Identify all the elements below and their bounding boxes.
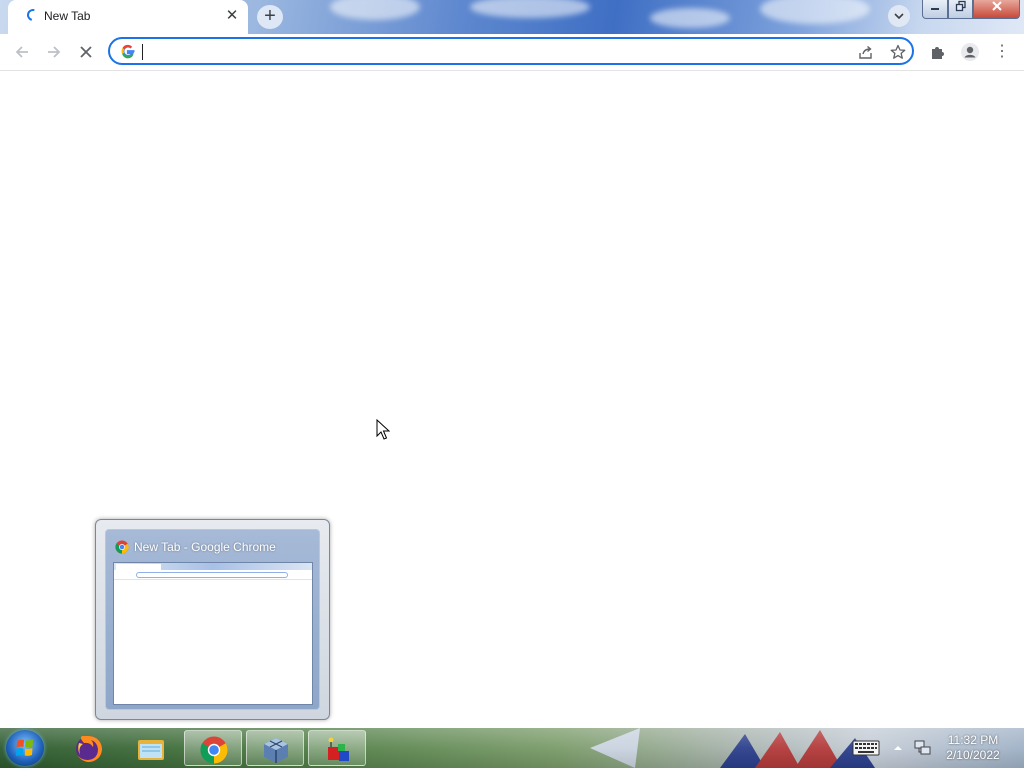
forward-button[interactable] <box>42 40 66 64</box>
text-caret <box>142 44 143 60</box>
share-icon <box>859 45 872 59</box>
star-icon <box>890 44 906 59</box>
browser-toolbar: ⋮ <box>0 34 1024 71</box>
start-button[interactable] <box>6 730 44 766</box>
address-bar[interactable] <box>108 37 914 65</box>
chrome-icon <box>115 540 129 554</box>
taskbar-app-chrome[interactable] <box>184 730 242 766</box>
virtualbox-icon <box>264 738 288 763</box>
close-window-button[interactable] <box>973 0 1020 19</box>
network-icon[interactable] <box>913 739 933 757</box>
mouse-cursor-icon <box>376 419 390 440</box>
loading-spinner-icon <box>24 6 42 24</box>
clock-time: 11:32 PM <box>947 733 999 747</box>
minimize-button[interactable] <box>922 0 948 19</box>
google-icon <box>121 44 135 59</box>
thumbnail-address-bar <box>136 572 288 578</box>
extensions-button[interactable] <box>926 40 950 64</box>
chrome-menu-button[interactable]: ⋮ <box>990 40 1014 64</box>
clock-date: 2/10/2022 <box>946 748 1000 762</box>
taskbar-app-cube[interactable] <box>308 730 366 766</box>
taskbar-app-file-explorer[interactable] <box>122 730 180 766</box>
preview-panel: New Tab - Google Chrome <box>105 529 320 710</box>
windows-logo-icon <box>16 739 33 756</box>
taskbar-thumbnail-preview[interactable]: New Tab - Google Chrome <box>95 519 330 720</box>
tab-search-button[interactable] <box>888 5 910 27</box>
puzzle-icon <box>932 47 944 59</box>
firefox-icon <box>76 736 102 762</box>
taskbar-app-firefox[interactable] <box>60 730 118 766</box>
windows-taskbar <box>0 728 1024 768</box>
bookmark-star-button[interactable] <box>888 42 908 62</box>
thumbnail-divider <box>114 579 312 580</box>
cube-app-icon <box>328 737 349 761</box>
window-controls <box>922 0 1020 19</box>
close-icon <box>991 1 1002 11</box>
back-button[interactable] <box>10 40 34 64</box>
keyboard-icon[interactable] <box>852 740 880 756</box>
tab-new-tab[interactable]: New Tab ✕ <box>8 0 248 34</box>
minimize-icon <box>931 8 939 10</box>
restore-button[interactable] <box>948 0 973 19</box>
restore-icon <box>955 0 966 12</box>
thumbnail-tab <box>116 564 161 570</box>
stop-loading-button[interactable] <box>74 40 98 64</box>
tab-close-button[interactable]: ✕ <box>222 6 242 26</box>
chevron-down-icon <box>894 13 904 20</box>
system-clock[interactable]: 11:32 PM 2/10/2022 <box>938 733 1008 763</box>
tab-title: New Tab <box>44 9 91 23</box>
close-icon <box>80 46 92 58</box>
preview-thumbnail[interactable] <box>113 562 313 705</box>
taskbar-app-virtualbox[interactable] <box>246 730 304 766</box>
new-tab-button[interactable]: + <box>257 5 283 29</box>
arrow-left-icon <box>15 46 28 58</box>
folder-icon <box>138 740 164 760</box>
share-button[interactable] <box>856 42 876 62</box>
chrome-icon <box>200 736 228 764</box>
profile-button[interactable] <box>958 40 982 64</box>
profile-icon <box>961 43 979 61</box>
preview-title: New Tab - Google Chrome <box>134 540 276 554</box>
arrow-right-icon <box>48 46 61 58</box>
show-hidden-icons-arrow-icon[interactable] <box>893 743 903 753</box>
tab-strip: New Tab ✕ + <box>0 0 1024 34</box>
